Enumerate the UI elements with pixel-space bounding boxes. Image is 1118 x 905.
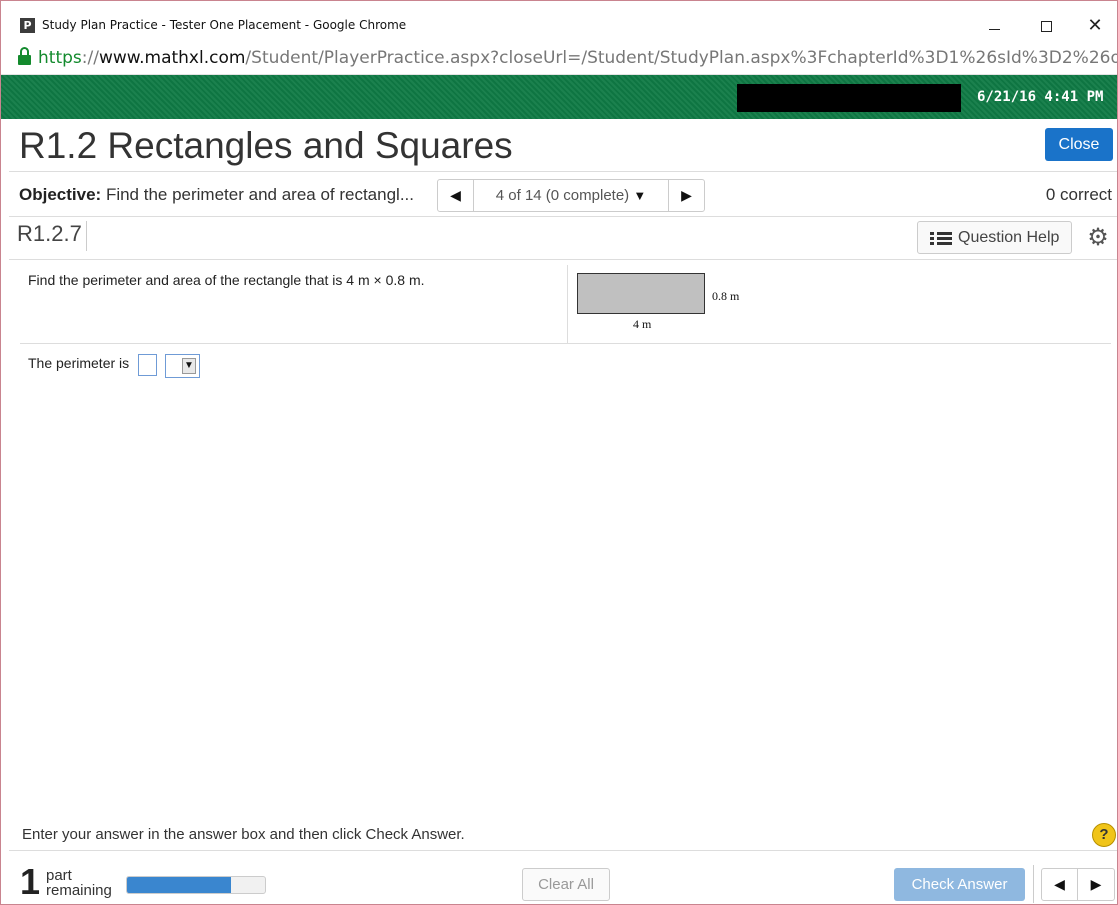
address-bar[interactable]: https://www.mathxl.com/Student/PlayerPra… (1, 42, 1117, 75)
minimize-icon[interactable] (971, 15, 1017, 45)
help-icon[interactable]: ? (1092, 823, 1116, 847)
question-navigator: ◀ 4 of 14 (0 complete) ▼ ▶ (437, 179, 705, 212)
question-status-text: 4 of 14 (0 complete) (495, 187, 630, 204)
title-bar: P Study Plan Practice - Tester One Place… (1, 1, 1117, 42)
parts-label-line2: remaining (46, 882, 112, 899)
question-prompt: Find the perimeter and area of the recta… (28, 272, 425, 288)
next-question-button[interactable]: ▶ (668, 180, 704, 211)
question-help-button[interactable]: Question Help (917, 221, 1072, 254)
objective-text: Objective: Find the perimeter and area o… (19, 185, 443, 205)
question-id-bar: R1.2.7 Question Help ⚙ (9, 217, 1117, 260)
redacted-user-block (737, 84, 961, 112)
answer-prefix: The perimeter is (28, 355, 130, 371)
figure-width-label: 4 m (633, 317, 652, 331)
url-scheme: https (38, 48, 82, 68)
site-banner: 6/21/16 4:41 PM (1, 75, 1117, 119)
page-title: R1.2 Rectangles and Squares (19, 125, 513, 166)
objective-label: Objective: (19, 185, 102, 204)
divider (1033, 865, 1034, 903)
footer-navigator: ◀ ▶ (1041, 868, 1115, 901)
progress-bar (126, 876, 266, 894)
question-id: R1.2.7 (17, 221, 87, 251)
progress-fill (127, 877, 231, 893)
window-title: Study Plan Practice - Tester One Placeme… (42, 18, 407, 32)
divider (20, 343, 1111, 344)
close-button[interactable]: Close (1045, 128, 1113, 161)
correct-count: 0 correct (1045, 185, 1112, 204)
url-text[interactable]: https://www.mathxl.com/Student/PlayerPra… (38, 48, 1117, 68)
app-favicon-icon: P (20, 18, 35, 33)
footer-next-button[interactable]: ▶ (1078, 869, 1114, 900)
banner-datetime: 6/21/16 4:41 PM (977, 89, 1104, 105)
chevron-down-icon: ▼ (182, 358, 196, 374)
url-separator: :// (81, 48, 99, 68)
objective-description: Find the perimeter and area of rectangl.… (105, 185, 414, 204)
instruction-text: Enter your answer in the answer box and … (22, 826, 465, 843)
chevron-down-icon: ▼ (633, 188, 647, 203)
footer-previous-button[interactable]: ◀ (1042, 869, 1078, 900)
parts-remaining-count: 1 (20, 861, 41, 902)
url-path: /Student/PlayerPractice.aspx?closeUrl=/S… (245, 48, 1117, 68)
perimeter-answer-input[interactable] (138, 354, 157, 376)
divider (567, 265, 568, 343)
lock-icon (18, 47, 31, 65)
window-close-icon[interactable]: ✕ (1072, 11, 1117, 41)
footer-bar: 1 part remaining Clear All Check Answer … (9, 850, 1117, 904)
figure-height-label: 0.8 m (712, 289, 740, 303)
clear-all-button[interactable]: Clear All (522, 868, 610, 901)
maximize-icon[interactable] (1023, 11, 1069, 41)
url-host: www.mathxl.com (98, 48, 246, 68)
question-help-label: Question Help (958, 229, 1060, 246)
question-status-dropdown[interactable]: 4 of 14 (0 complete) ▼ (474, 180, 668, 211)
check-answer-button[interactable]: Check Answer (894, 868, 1025, 901)
gear-icon[interactable]: ⚙ (1083, 223, 1113, 253)
previous-question-button[interactable]: ◀ (438, 180, 474, 211)
browser-window: P Study Plan Practice - Tester One Place… (0, 0, 1118, 905)
unit-select[interactable]: ▼ (165, 354, 200, 378)
parts-label-line1: part (46, 867, 72, 884)
parts-remaining-label: part remaining (46, 868, 112, 898)
list-icon (930, 232, 952, 246)
rectangle-figure (577, 273, 705, 314)
objective-bar: Objective: Find the perimeter and area o… (9, 171, 1117, 217)
